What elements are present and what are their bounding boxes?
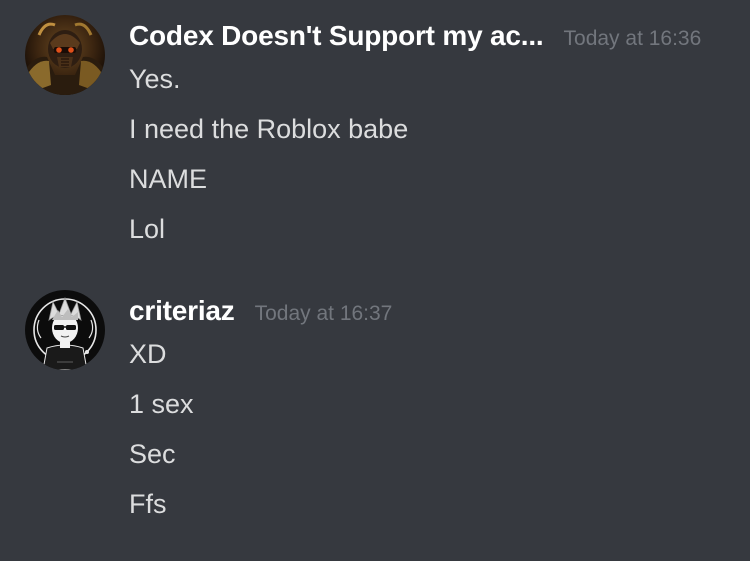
message-text: Ffs <box>129 489 167 519</box>
armored-warrior-icon <box>25 15 105 95</box>
message-text: XD <box>129 339 167 369</box>
message-header: criteriaz Today at 16:37 <box>129 289 392 333</box>
message-text: Yes. <box>129 64 181 94</box>
message-text: 1 sex <box>129 389 194 419</box>
message-lines: Yes. I need the Roblox babe NAME Lol <box>129 59 408 259</box>
user-avatar[interactable] <box>25 15 105 95</box>
timestamp: Today at 16:37 <box>254 302 393 325</box>
timestamp: Today at 16:36 <box>563 27 702 50</box>
message-lines: XD 1 sex Sec Ffs <box>129 334 194 534</box>
username[interactable]: Codex Doesn't Support my ac... <box>129 14 544 58</box>
message-text: Lol <box>129 214 166 244</box>
message-header: Codex Doesn't Support my ac... Today at … <box>129 14 701 58</box>
username[interactable]: criteriaz <box>129 289 235 333</box>
user-avatar[interactable] <box>25 290 105 370</box>
message-text: Sec <box>129 439 176 469</box>
chat-messages: Codex Doesn't Support my ac... Today at … <box>0 0 750 561</box>
message-text: I need the Roblox babe <box>129 114 409 144</box>
message-text: NAME <box>129 164 208 194</box>
sunglasses-character-icon <box>25 290 105 370</box>
